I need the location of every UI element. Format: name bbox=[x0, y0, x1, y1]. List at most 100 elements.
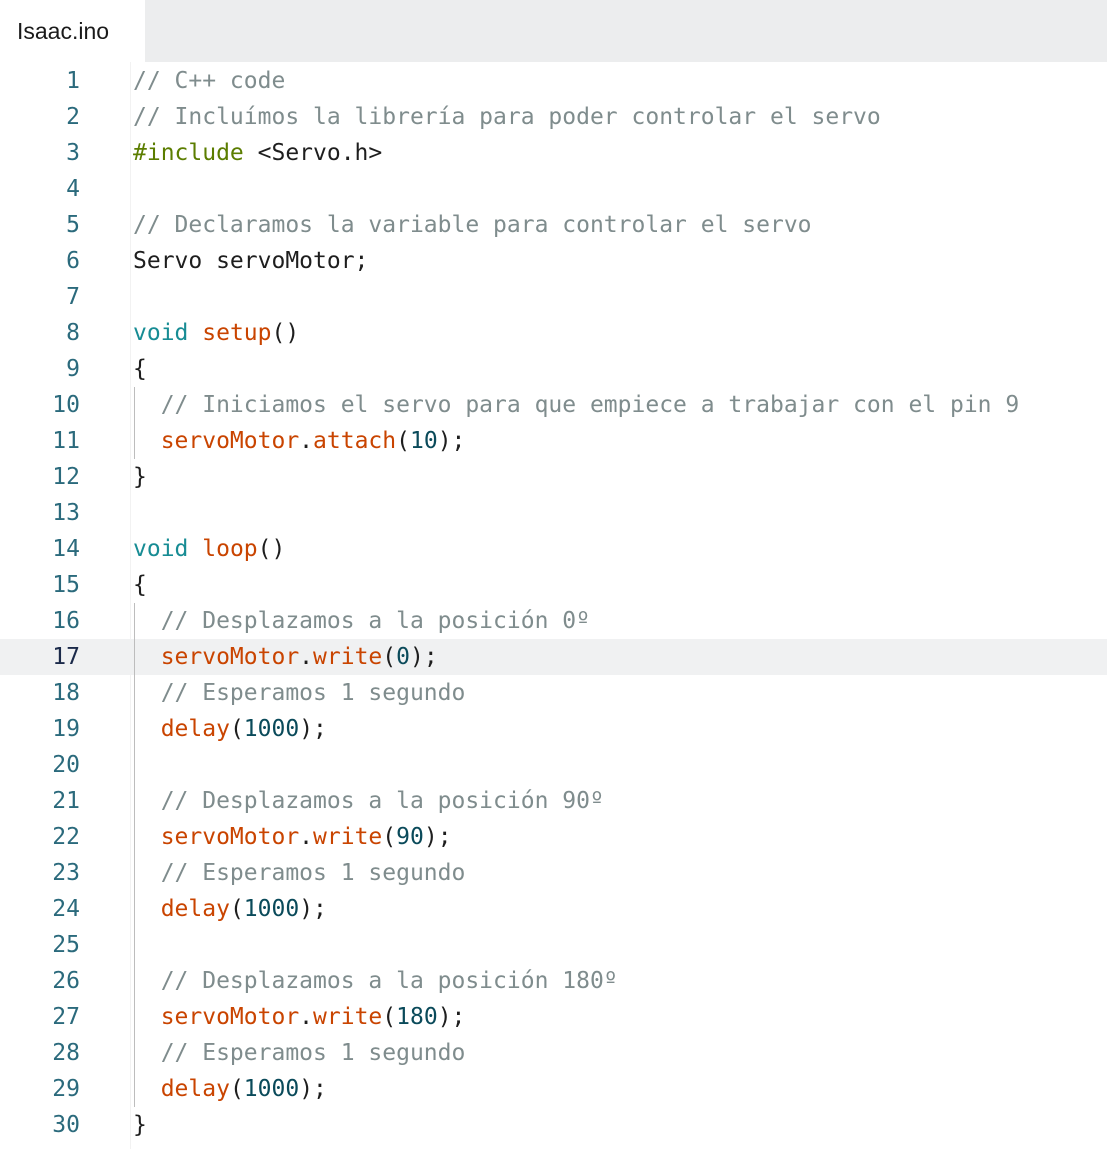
line-number: 26 bbox=[52, 968, 80, 994]
code-token-num: 180 bbox=[396, 1004, 438, 1030]
code-token-punct: ( bbox=[382, 644, 397, 670]
code-token-comment: // Esperamos 1 segundo bbox=[133, 1040, 466, 1066]
code-text: servoMotor.write(0); bbox=[133, 639, 438, 675]
code-text: // C++ code bbox=[133, 63, 285, 99]
code-token-pre: #include bbox=[133, 140, 244, 166]
line-number: 5 bbox=[66, 212, 80, 238]
code-token-plain: Servo servoMotor; bbox=[133, 248, 369, 274]
code-line[interactable]: 21 // Desplazamos a la posición 90º bbox=[0, 783, 1107, 819]
code-line[interactable]: 30} bbox=[0, 1107, 1107, 1143]
code-token-punct: ( bbox=[382, 824, 397, 850]
code-line[interactable]: 27 servoMotor.write(180); bbox=[0, 999, 1107, 1035]
code-token-num: 1000 bbox=[243, 1076, 300, 1102]
line-number: 19 bbox=[52, 716, 80, 742]
code-token-punct: ( bbox=[229, 896, 244, 922]
line-number: 10 bbox=[52, 392, 80, 418]
code-line[interactable]: 24 delay(1000); bbox=[0, 891, 1107, 927]
code-line[interactable]: 22 servoMotor.write(90); bbox=[0, 819, 1107, 855]
code-token-comment: // Esperamos 1 segundo bbox=[133, 860, 466, 886]
code-token-func: write bbox=[313, 644, 383, 670]
code-token-punct: } bbox=[133, 464, 147, 490]
code-line[interactable]: 8 void setup() bbox=[0, 315, 1107, 351]
code-line[interactable]: 28 // Esperamos 1 segundo bbox=[0, 1035, 1107, 1071]
code-line[interactable]: 17 servoMotor.write(0); bbox=[0, 639, 1107, 675]
line-number: 12 bbox=[52, 464, 80, 490]
code-text: } bbox=[133, 459, 147, 495]
code-text: // Esperamos 1 segundo bbox=[133, 855, 466, 891]
code-token-func: delay bbox=[133, 1076, 230, 1102]
code-line[interactable]: 25 bbox=[0, 927, 1107, 963]
code-line[interactable]: 16 // Desplazamos a la posición 0º bbox=[0, 603, 1107, 639]
code-token-func: servoMotor bbox=[133, 644, 300, 670]
code-token-plain: <Servo.h> bbox=[243, 140, 383, 166]
code-text: delay(1000); bbox=[133, 891, 327, 927]
code-token-type: void bbox=[133, 320, 189, 346]
code-text: servoMotor.attach(10); bbox=[133, 423, 466, 459]
code-line[interactable]: 29 delay(1000); bbox=[0, 1071, 1107, 1107]
code-line[interactable]: 11 servoMotor.attach(10); bbox=[0, 423, 1107, 459]
code-line[interactable]: 12} bbox=[0, 459, 1107, 495]
code-token-punct: } bbox=[133, 1112, 147, 1138]
code-line[interactable]: 5 // Declaramos la variable para controla… bbox=[0, 207, 1107, 243]
line-number: 25 bbox=[52, 932, 80, 958]
code-token-func: attach bbox=[313, 428, 397, 454]
line-number: 28 bbox=[52, 1040, 80, 1066]
code-line[interactable]: 18 // Esperamos 1 segundo bbox=[0, 675, 1107, 711]
line-number: 16 bbox=[52, 608, 80, 634]
code-token-punct: () bbox=[271, 320, 300, 346]
code-line[interactable]: 19 delay(1000); bbox=[0, 711, 1107, 747]
code-token-punct: . bbox=[299, 824, 314, 850]
line-number: 6 bbox=[66, 248, 80, 274]
line-number: 20 bbox=[52, 752, 80, 778]
line-number: 3 bbox=[66, 140, 80, 166]
tab-isaac-ino[interactable]: Isaac.ino bbox=[0, 0, 145, 62]
code-token-punct: ); bbox=[299, 896, 327, 922]
code-token-comment: // Desplazamos a la posición 180º bbox=[133, 968, 618, 994]
code-line[interactable]: 10 // Iniciamos el servo para que empiec… bbox=[0, 387, 1107, 423]
code-line[interactable]: 26 // Desplazamos a la posición 180º bbox=[0, 963, 1107, 999]
code-text: delay(1000); bbox=[133, 1071, 327, 1107]
line-number: 30 bbox=[52, 1112, 80, 1138]
line-number: 4 bbox=[66, 176, 80, 202]
line-number: 11 bbox=[52, 428, 80, 454]
line-number: 1 bbox=[66, 68, 80, 94]
line-number: 21 bbox=[52, 788, 80, 814]
code-text: void loop() bbox=[133, 531, 285, 567]
line-number: 8 bbox=[66, 320, 80, 346]
code-line[interactable]: 23 // Esperamos 1 segundo bbox=[0, 855, 1107, 891]
line-number: 9 bbox=[66, 356, 80, 382]
code-token-func: servoMotor bbox=[133, 1004, 300, 1030]
code-text: // Esperamos 1 segundo bbox=[133, 675, 466, 711]
code-token-comment: // C++ code bbox=[133, 68, 286, 94]
code-line[interactable]: 6 Servo servoMotor; bbox=[0, 243, 1107, 279]
code-text: // Iniciamos el servo para que empiece a… bbox=[133, 387, 1020, 423]
code-token-comment: // Declaramos la variable para controlar… bbox=[133, 212, 812, 238]
code-token-comment: // Desplazamos a la posición 0º bbox=[133, 608, 590, 634]
code-line[interactable]: 15 { bbox=[0, 567, 1107, 603]
code-token-func: write bbox=[313, 1004, 383, 1030]
code-text: servoMotor.write(90); bbox=[133, 819, 452, 855]
line-number: 22 bbox=[52, 824, 80, 850]
code-line[interactable]: 2 // Incluímos la librería para poder con… bbox=[0, 99, 1107, 135]
code-area[interactable]: 1 // C++ code 2 // Incluímos la librería pa… bbox=[0, 62, 1107, 1149]
code-token-punct: ( bbox=[396, 428, 410, 454]
code-token-punct: () bbox=[257, 536, 286, 562]
code-line[interactable]: 7 bbox=[0, 279, 1107, 315]
code-text: #include <Servo.h> bbox=[133, 135, 382, 171]
code-token-func: loop bbox=[202, 536, 258, 562]
code-text: delay(1000); bbox=[133, 711, 327, 747]
code-token-punct: ); bbox=[437, 1004, 466, 1030]
line-number: 14 bbox=[52, 536, 80, 562]
code-line[interactable]: 4 bbox=[0, 171, 1107, 207]
code-line[interactable]: 20 bbox=[0, 747, 1107, 783]
code-token-punct: ( bbox=[382, 1004, 397, 1030]
code-token-punct: ( bbox=[229, 1076, 244, 1102]
code-line[interactable]: 14 void loop() bbox=[0, 531, 1107, 567]
code-line[interactable]: 3 #include <Servo.h> bbox=[0, 135, 1107, 171]
code-line[interactable]: 1 // C++ code bbox=[0, 63, 1107, 99]
code-line[interactable]: 13 bbox=[0, 495, 1107, 531]
line-number: 18 bbox=[52, 680, 80, 706]
code-line[interactable]: 9{ bbox=[0, 351, 1107, 387]
code-text: servoMotor.write(180); bbox=[133, 999, 466, 1035]
